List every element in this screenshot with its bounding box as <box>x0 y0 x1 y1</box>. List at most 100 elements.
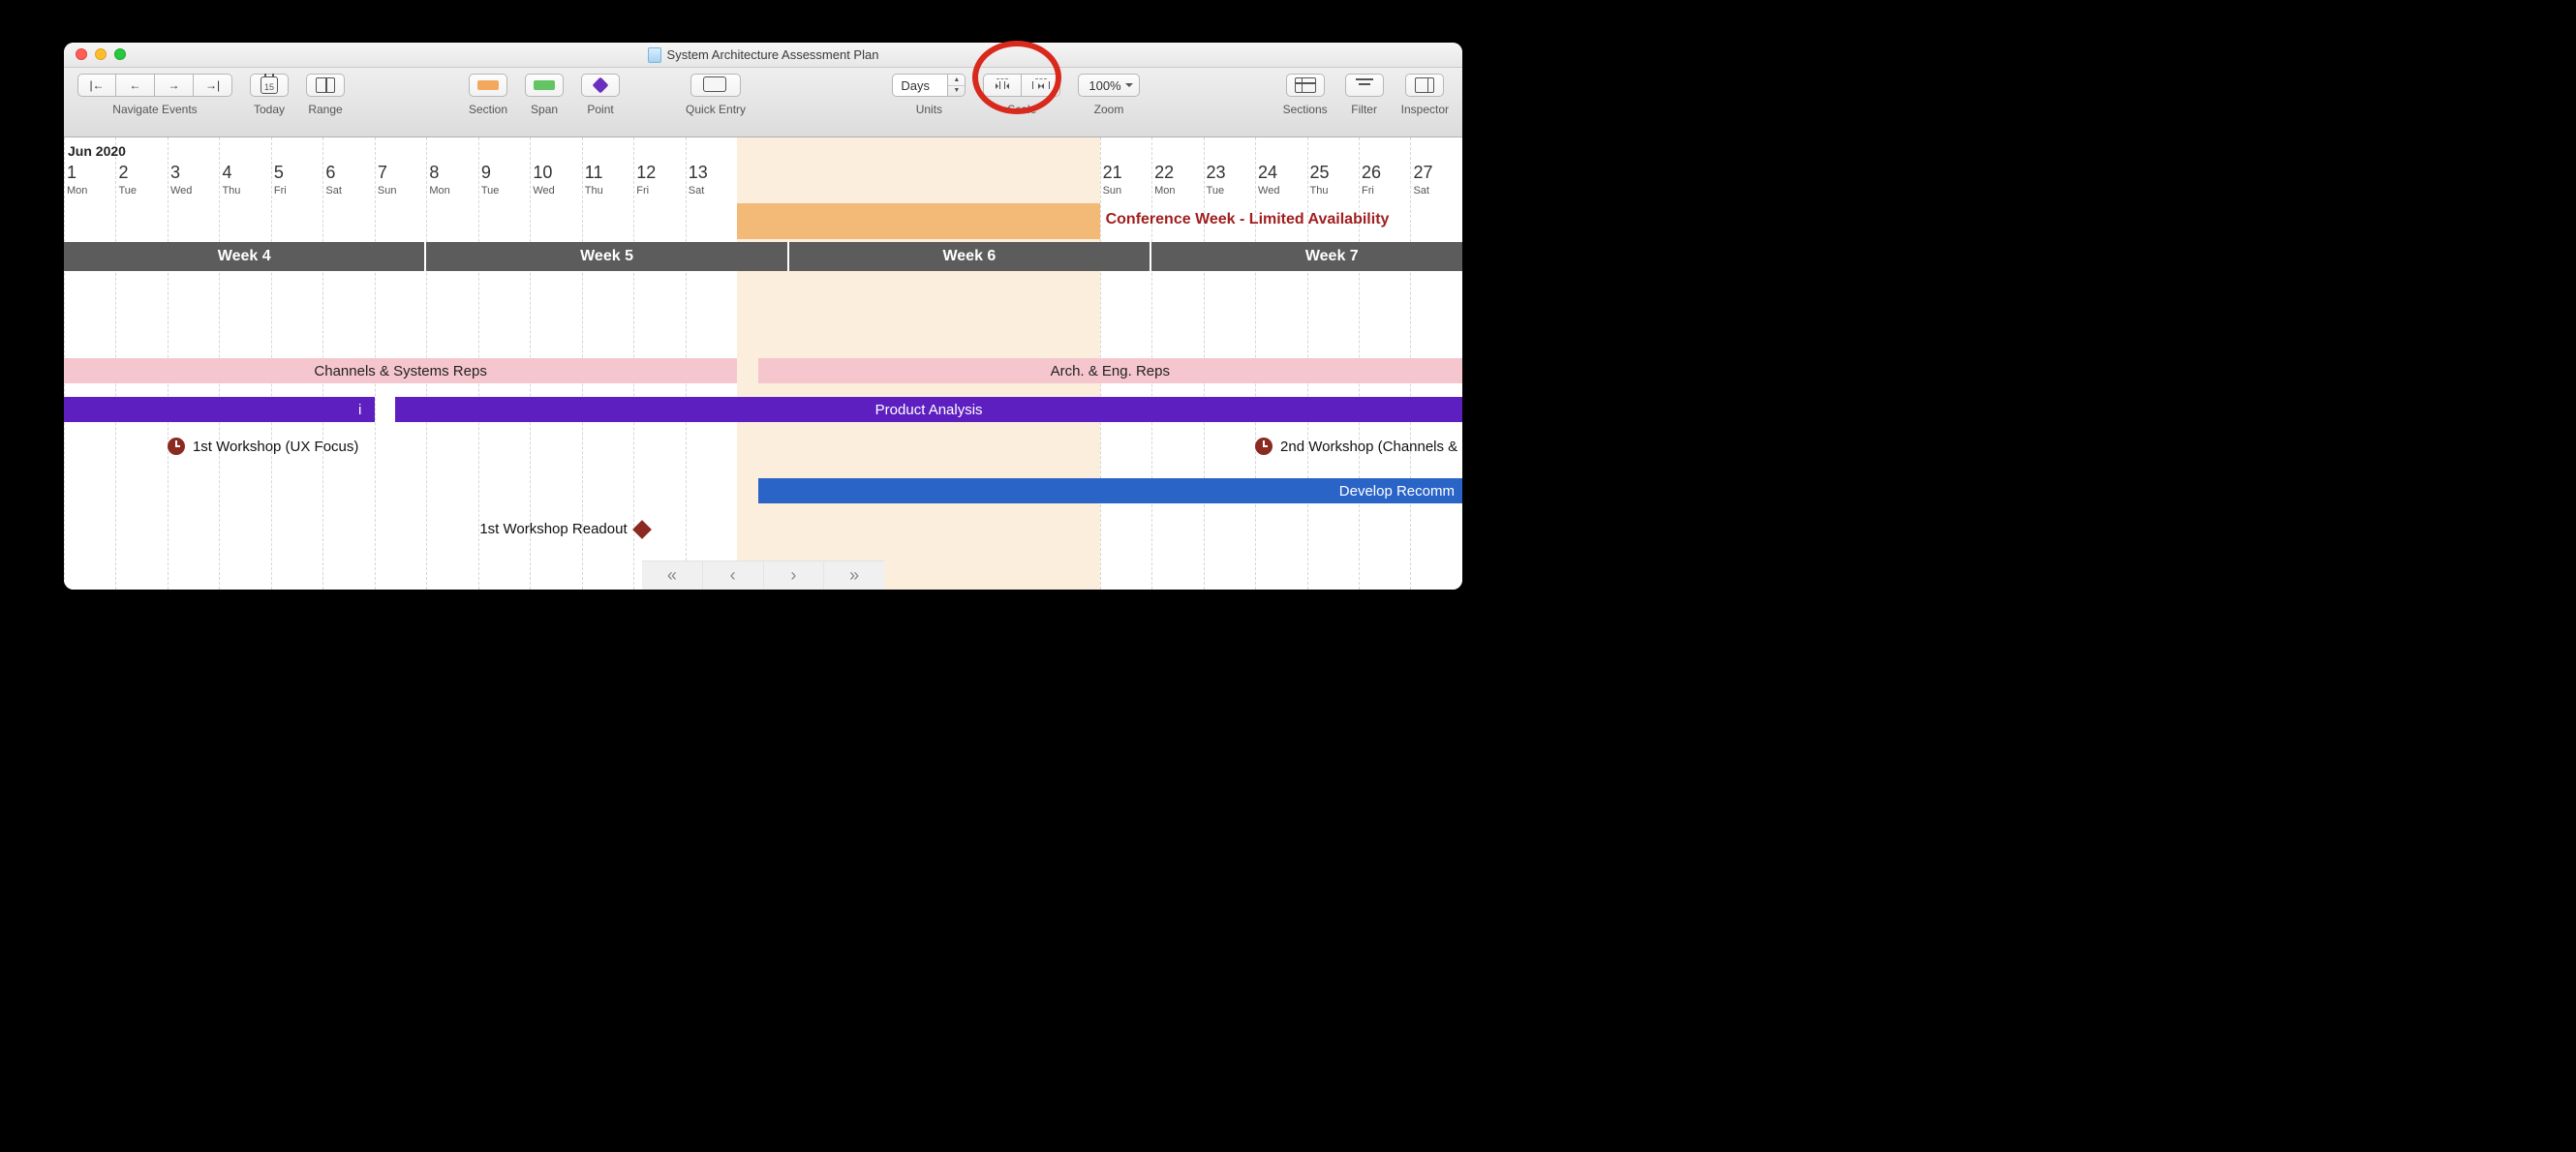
section-button[interactable] <box>469 74 507 97</box>
calendar-icon: 15 <box>261 76 278 94</box>
day-number: 21 <box>1103 163 1122 183</box>
day-number: 8 <box>429 163 449 183</box>
day-name: Fri <box>274 185 287 197</box>
scale-expand-button[interactable] <box>1022 74 1060 97</box>
day-header: 2 Tue <box>118 163 137 201</box>
clock-icon <box>168 438 185 455</box>
day-header: 1 Mon <box>67 163 87 201</box>
navigate-events-label: Navigate Events <box>112 103 197 116</box>
day-number: 11 <box>585 163 603 183</box>
units-field[interactable]: Days <box>892 74 948 97</box>
zoom-dropdown[interactable]: 100% <box>1078 74 1139 97</box>
minimize-icon[interactable] <box>95 48 107 60</box>
day-header: 5 Fri <box>274 163 287 201</box>
day-number: 3 <box>170 163 192 183</box>
section-swatch-icon <box>477 80 499 90</box>
week-header[interactable]: Week 4 <box>64 242 426 271</box>
day-header: 12 Fri <box>636 163 656 201</box>
week-header[interactable]: Week 6 <box>789 242 1151 271</box>
week-header[interactable]: Week 7 <box>1151 242 1462 271</box>
day-name: Thu <box>1310 185 1330 197</box>
scale-fit-button[interactable] <box>983 74 1022 97</box>
zoom-window-icon[interactable] <box>114 48 126 60</box>
day-name: Wed <box>533 185 554 197</box>
window-title-text: System Architecture Assessment Plan <box>667 47 879 62</box>
stepper-up-icon: ▲ <box>948 75 965 86</box>
nav-prev-button[interactable]: ← <box>116 74 155 97</box>
sections-icon <box>1295 77 1316 93</box>
day-header: 22 Mon <box>1154 163 1175 201</box>
day-number: 22 <box>1154 163 1175 183</box>
day-header: 23 Tue <box>1207 163 1226 201</box>
day-name: Sun <box>378 185 397 197</box>
milestone[interactable]: 1st Workshop Readout <box>479 521 648 537</box>
timeline-canvas[interactable]: Jun 2020 1 Mon 2 Tue 3 Wed 4 Thu 5 Fri 6… <box>64 137 1462 590</box>
range-button[interactable] <box>306 74 345 97</box>
span-button[interactable] <box>525 74 564 97</box>
sections-label: Sections <box>1283 103 1328 116</box>
day-number: 27 <box>1413 163 1432 183</box>
week-header[interactable]: Week 5 <box>426 242 788 271</box>
pager-last-button[interactable]: » <box>823 561 884 590</box>
pager-prev-button[interactable]: ‹ <box>702 561 763 590</box>
last-icon: →| <box>205 78 220 92</box>
next-icon: → <box>169 78 180 92</box>
day-name: Mon <box>67 185 87 197</box>
span-bar[interactable]: is <box>64 397 375 422</box>
day-name: Sat <box>689 185 708 197</box>
scale-fit-icon <box>994 78 1011 92</box>
milestone-label: 1st Workshop (UX Focus) <box>193 439 358 455</box>
pager-next-button[interactable]: › <box>763 561 824 590</box>
day-number: 5 <box>274 163 287 183</box>
day-number: 10 <box>533 163 554 183</box>
nav-last-button[interactable]: →| <box>194 74 232 97</box>
day-number: 1 <box>67 163 87 183</box>
day-name: Sat <box>325 185 342 197</box>
clock-icon <box>1255 438 1273 455</box>
quick-entry-button[interactable] <box>690 74 741 97</box>
app-window: System Architecture Assessment Plan |← ←… <box>64 43 1462 590</box>
day-name: Mon <box>1154 185 1175 197</box>
day-header: 3 Wed <box>170 163 192 201</box>
span-bar[interactable]: Product Analysis <box>395 397 1462 422</box>
day-number: 4 <box>222 163 240 183</box>
span-bar[interactable]: Develop Recomm <box>758 478 1462 503</box>
filter-group: Filter <box>1345 74 1384 116</box>
day-header: 7 Sun <box>378 163 397 201</box>
day-number: 7 <box>378 163 397 183</box>
toolbar: |← ← → →| Navigate Events 15 Today Range… <box>64 68 1462 137</box>
point-diamond-icon <box>593 77 609 94</box>
quick-entry-label: Quick Entry <box>686 103 746 116</box>
milestone[interactable]: 1st Workshop (UX Focus) <box>168 438 358 455</box>
pager-first-button[interactable]: « <box>642 561 702 590</box>
section-group: Section <box>469 74 507 116</box>
nav-first-button[interactable]: |← <box>77 74 116 97</box>
today-button[interactable]: 15 <box>250 74 289 97</box>
sections-button[interactable] <box>1286 74 1325 97</box>
filter-button[interactable] <box>1345 74 1384 97</box>
units-label: Units <box>916 103 942 116</box>
day-header: 26 Fri <box>1362 163 1381 201</box>
units-stepper[interactable]: ▲▼ <box>948 74 966 97</box>
day-name: Thu <box>222 185 240 197</box>
day-name: Sun <box>1103 185 1122 197</box>
span-bar[interactable]: Channels & Systems Reps <box>64 358 737 383</box>
span-bar[interactable]: Arch. & Eng. Reps <box>758 358 1462 383</box>
range-icon <box>316 77 335 93</box>
close-icon[interactable] <box>76 48 87 60</box>
inspector-group: Inspector <box>1401 74 1449 116</box>
nav-next-button[interactable]: → <box>155 74 194 97</box>
first-icon: |← <box>89 78 104 92</box>
day-number: 2 <box>118 163 137 183</box>
day-header: 27 Sat <box>1413 163 1432 201</box>
point-button[interactable] <box>581 74 620 97</box>
titlebar: System Architecture Assessment Plan <box>64 43 1462 68</box>
sections-group: Sections <box>1283 74 1328 116</box>
inspector-button[interactable] <box>1405 74 1444 97</box>
day-number: 13 <box>689 163 708 183</box>
highlight-header <box>737 203 1099 239</box>
day-header: 10 Wed <box>533 163 554 201</box>
milestone-label: 2nd Workshop (Channels & <box>1280 439 1457 455</box>
milestone[interactable]: 2nd Workshop (Channels & <box>1255 438 1457 455</box>
day-name: Fri <box>1362 185 1381 197</box>
